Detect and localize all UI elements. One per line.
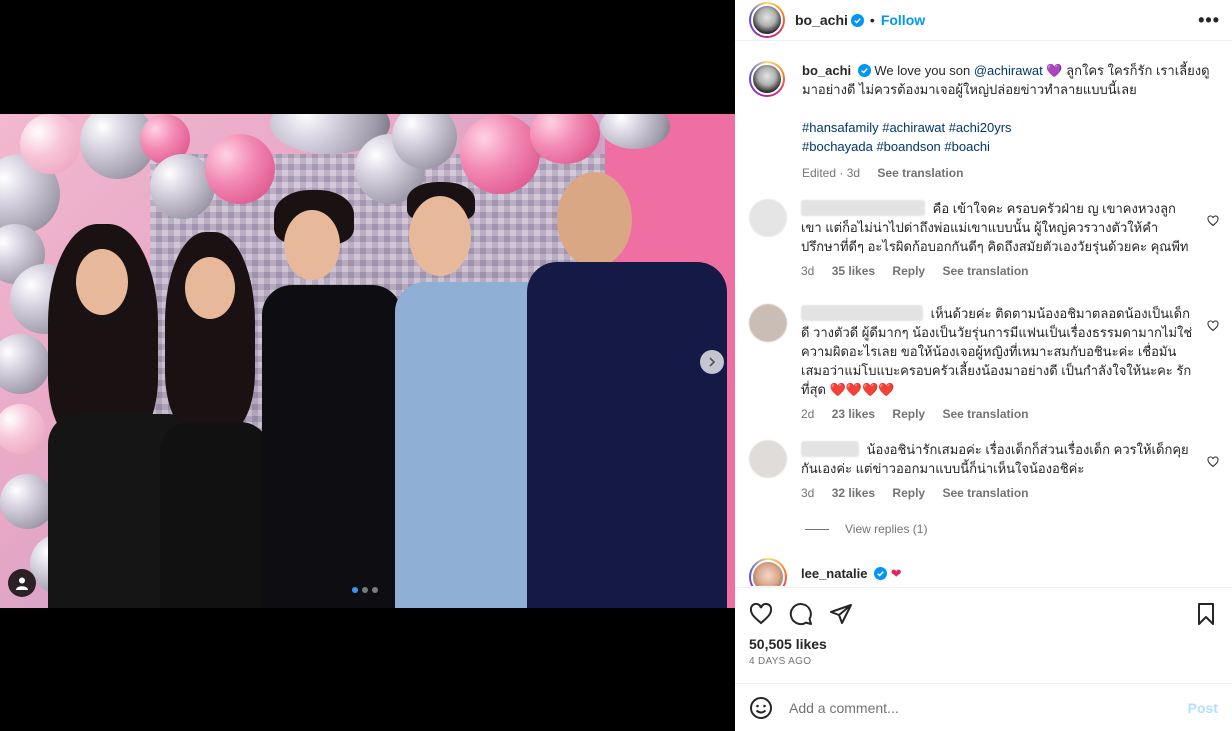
- separator-dot: •: [869, 12, 875, 28]
- post-actions: 50,505 likes 4 DAYS AGO: [735, 587, 1232, 693]
- verified-badge-icon: [874, 567, 888, 580]
- purple-heart-emoji: 💜: [1046, 63, 1063, 78]
- like-comment-heart-icon[interactable]: [1207, 456, 1219, 468]
- comment-item: คือ เข้าใจคะ ครอบครัวฝ่าย ญ เขาคงหวงลูกเ…: [749, 199, 1219, 281]
- comment-bubble-icon[interactable]: [789, 602, 813, 626]
- post-header: bo_achi • Follow •••: [735, 0, 1232, 41]
- carousel-next-button[interactable]: [700, 350, 724, 374]
- caption-avatar[interactable]: [749, 61, 785, 97]
- chevron-right-icon: [709, 357, 716, 367]
- bookmark-save-icon[interactable]: [1194, 602, 1218, 626]
- commenter-username[interactable]: [801, 441, 859, 457]
- post-detail-panel: bo_achi • Follow ••• bo_achi We love you…: [735, 0, 1232, 731]
- comment-item: น้องอชิน่ารักเสมอค่ะ เรื่องเด็กก็ส่วนเรื…: [749, 440, 1219, 503]
- commenter-avatar[interactable]: [749, 440, 787, 478]
- comment-text-wrap: น้องอชิน่ารักเสมอค่ะ เรื่องเด็กก็ส่วนเรื…: [801, 440, 1193, 478]
- see-translation-link[interactable]: See translation: [942, 264, 1028, 278]
- like-comment-heart-icon[interactable]: [1207, 215, 1219, 227]
- carousel-dot: [362, 587, 368, 593]
- comment-age: 3d: [801, 486, 815, 500]
- caption-hashtags-line1[interactable]: #hansafamily #achirawat #achi20yrs: [802, 118, 1212, 137]
- post-photo[interactable]: [0, 114, 735, 608]
- comment-meta: 3d 35 likes Reply See translation: [801, 262, 1193, 281]
- balloon: [0, 474, 55, 529]
- comment-text-wrap: คือ เข้าใจคะ ครอบครัวฝ่าย ญ เขาคงหวงลูกเ…: [801, 199, 1193, 256]
- comment-item-partial: lee_natalie ❤: [749, 558, 1219, 586]
- see-translation-link[interactable]: See translation: [942, 407, 1028, 421]
- caption-meta: Edited · 3d See translation: [802, 164, 1212, 183]
- comment-text: น้องอชิน่ารักเสมอค่ะ เรื่องเด็กก็ส่วนเรื…: [801, 442, 1189, 476]
- balloon: [0, 404, 45, 454]
- see-translation-link[interactable]: See translation: [877, 166, 963, 180]
- balloon: [0, 334, 50, 394]
- comment-item: เห็นด้วยค่ะ ติดตามน้องอชิมาตลอดน้องเป็นเ…: [749, 304, 1219, 424]
- carousel-dot: [352, 587, 358, 593]
- replies-divider: [805, 528, 829, 530]
- comment-text-wrap: เห็นด้วยค่ะ ติดตามน้องอชิมาตลอดน้องเป็นเ…: [801, 304, 1193, 399]
- balloon: [20, 114, 80, 174]
- commenter-username[interactable]: [801, 200, 925, 216]
- commenter-avatar[interactable]: [749, 199, 787, 237]
- view-replies-label: View replies (1): [845, 522, 928, 536]
- reply-button[interactable]: Reply: [892, 264, 925, 278]
- comment-likes[interactable]: 35 likes: [832, 264, 875, 278]
- caption-text-lead: We love you son: [874, 63, 974, 78]
- commenter-username[interactable]: [801, 305, 923, 321]
- commenter-username[interactable]: lee_natalie: [801, 566, 868, 581]
- carousel-dot: [372, 587, 378, 593]
- tagged-users-button[interactable]: [8, 569, 36, 597]
- caption-username[interactable]: bo_achi: [802, 63, 851, 78]
- like-heart-icon[interactable]: [749, 602, 773, 626]
- comment-meta: 3d 32 likes Reply See translation: [801, 484, 1193, 503]
- more-options-button[interactable]: •••: [1198, 10, 1220, 31]
- post-comment-button[interactable]: Post: [1188, 700, 1218, 716]
- post-caption: bo_achi We love you son @achirawat 💜 ลูก…: [749, 61, 1218, 183]
- comment-meta: 2d 23 likes Reply See translation: [801, 405, 1193, 424]
- share-send-icon[interactable]: [829, 602, 853, 626]
- emoji-icon[interactable]: [749, 696, 773, 720]
- user-icon: [16, 577, 28, 590]
- add-comment-bar: Post: [735, 683, 1232, 731]
- commenter-avatar[interactable]: [749, 304, 787, 342]
- verified-badge-icon: [857, 64, 871, 77]
- reply-button[interactable]: Reply: [892, 486, 925, 500]
- view-replies-button[interactable]: View replies (1): [805, 522, 927, 536]
- post-timestamp: 4 DAYS AGO: [749, 656, 812, 667]
- caption-text: bo_achi We love you son @achirawat 💜 ลูก…: [802, 61, 1212, 99]
- verified-badge-icon: [850, 13, 864, 27]
- see-translation-link[interactable]: See translation: [942, 486, 1028, 500]
- add-comment-input[interactable]: [789, 699, 1188, 716]
- likes-count[interactable]: 50,505 likes: [749, 636, 1218, 652]
- caption-mention[interactable]: @achirawat: [974, 63, 1043, 78]
- red-hearts-emoji: ❤️❤️❤️❤️: [829, 382, 895, 397]
- follow-button[interactable]: Follow: [881, 12, 925, 28]
- comment-age: 2d: [801, 407, 815, 421]
- balloon: [460, 114, 540, 194]
- post-media: [0, 0, 735, 731]
- reply-button[interactable]: Reply: [892, 407, 925, 421]
- comment-likes[interactable]: 23 likes: [832, 407, 875, 421]
- comment-likes[interactable]: 32 likes: [832, 486, 875, 500]
- commenter-avatar[interactable]: [749, 558, 787, 586]
- red-heart-emoji: ❤: [890, 566, 902, 581]
- caption-edited-time: Edited · 3d: [802, 166, 861, 180]
- caption-hashtags-line2[interactable]: #bochayada #boandson #boachi: [802, 137, 1212, 156]
- author-username[interactable]: bo_achi: [795, 12, 848, 28]
- author-avatar[interactable]: [749, 2, 785, 38]
- like-comment-heart-icon[interactable]: [1207, 320, 1219, 332]
- comment-age: 3d: [801, 264, 815, 278]
- carousel-dots: [352, 587, 378, 593]
- balloon: [205, 134, 275, 204]
